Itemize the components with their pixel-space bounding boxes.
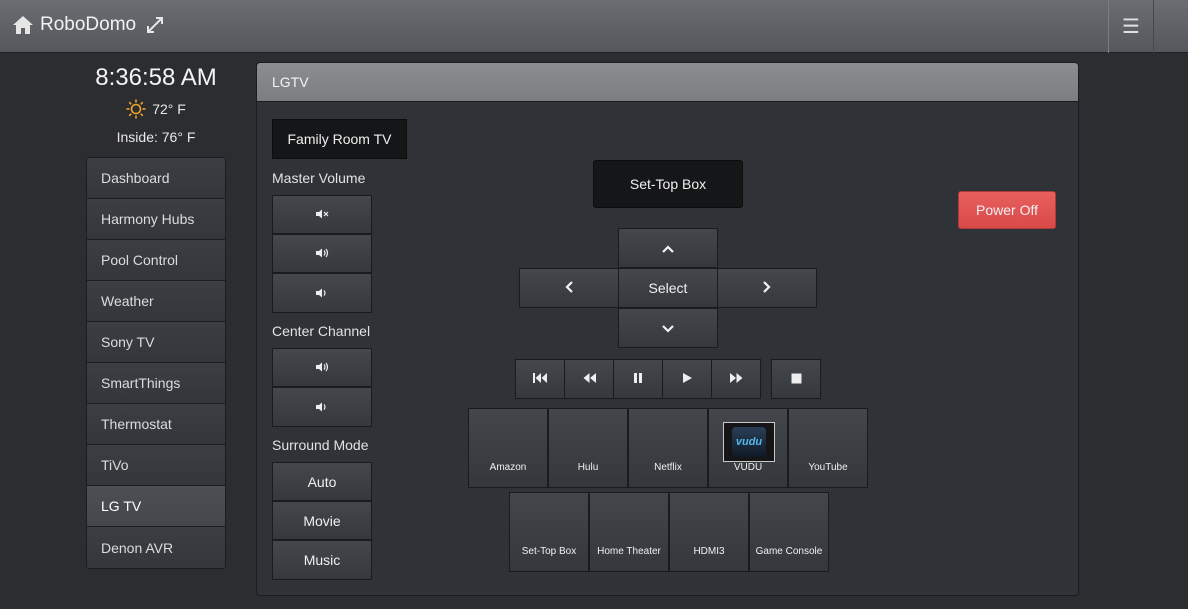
volume-up-icon: [315, 246, 329, 261]
panel-title: LGTV: [257, 63, 1078, 102]
volume-mute-icon: [315, 207, 329, 222]
chevron-right-icon: [763, 280, 771, 296]
hamburger-menu-icon: ☰: [1122, 16, 1140, 38]
sidebar-item-smartthings[interactable]: SmartThings: [87, 363, 225, 404]
app-label: YouTube: [808, 462, 848, 473]
down-button[interactable]: [618, 308, 718, 348]
surround-mode-label: Surround Mode: [272, 437, 369, 453]
expand-icon[interactable]: [146, 16, 164, 34]
sidebar-nav: Dashboard Harmony Hubs Pool Control Weat…: [86, 157, 226, 569]
input-hdmi3-tile[interactable]: HDMI3: [669, 492, 749, 572]
chevron-up-icon: [662, 241, 674, 256]
sidebar-item-pool-control[interactable]: Pool Control: [87, 240, 225, 281]
pause-button[interactable]: [613, 359, 663, 399]
master-volume-up-button[interactable]: [272, 234, 372, 273]
app-hulu-tile[interactable]: Hulu: [548, 408, 628, 488]
center-volume-up-button[interactable]: [272, 348, 372, 387]
rewind-button[interactable]: [564, 359, 614, 399]
outside-weather: 72° F: [86, 99, 226, 119]
center-volume-down-button[interactable]: [272, 387, 372, 427]
master-volume-label: Master Volume: [272, 170, 366, 186]
vudu-logo-icon: vudu: [723, 422, 775, 462]
chevron-down-icon: [662, 321, 674, 336]
app-label: Amazon: [489, 462, 527, 473]
skip-back-button[interactable]: [515, 359, 565, 399]
surround-music-button[interactable]: Music: [272, 540, 372, 580]
chevron-left-icon: [565, 280, 573, 296]
volume-down-icon: [315, 400, 329, 415]
pause-icon: [633, 372, 643, 387]
up-button[interactable]: [618, 228, 718, 268]
input-home-theater-tile[interactable]: Home Theater: [589, 492, 669, 572]
stop-button[interactable]: [771, 359, 821, 399]
sidebar-item-sony-tv[interactable]: Sony TV: [87, 322, 225, 363]
brand[interactable]: RoboDomo: [12, 14, 164, 36]
fast-forward-icon: [729, 372, 744, 387]
stop-icon: [791, 372, 802, 387]
sidebar-item-dashboard[interactable]: Dashboard: [87, 158, 225, 199]
input-label: HDMI3: [693, 546, 725, 557]
app-amazon-tile[interactable]: Amazon: [468, 408, 548, 488]
mute-button[interactable]: [272, 195, 372, 234]
sidebar-item-harmony-hubs[interactable]: Harmony Hubs: [87, 199, 225, 240]
app-vudu-tile[interactable]: vudu VUDU: [708, 408, 788, 488]
play-icon: [682, 372, 693, 387]
master-volume-down-button[interactable]: [272, 273, 372, 313]
input-label: Game Console: [755, 546, 823, 557]
volume-up-icon: [315, 360, 329, 375]
inside-temperature: Inside: 76° F: [116, 129, 196, 145]
clock: 8:36:58 AM: [95, 64, 217, 91]
device-button[interactable]: Family Room TV: [272, 119, 407, 159]
hamburger-menu-button[interactable]: ☰: [1108, 0, 1154, 53]
input-label: Set-Top Box: [521, 546, 577, 557]
input-label: Home Theater: [597, 546, 661, 557]
app-youtube-tile[interactable]: YouTube: [788, 408, 868, 488]
left-button[interactable]: [519, 268, 619, 308]
home-icon: [12, 15, 34, 35]
fast-forward-button[interactable]: [711, 359, 761, 399]
app-netflix-tile[interactable]: Netflix: [628, 408, 708, 488]
rewind-icon: [582, 372, 597, 387]
app-title: RoboDomo: [40, 14, 137, 35]
input-game-console-tile[interactable]: Game Console: [749, 492, 829, 572]
sidebar-item-tivo[interactable]: TiVo: [87, 445, 225, 486]
input-set-top-box-tile[interactable]: Set-Top Box: [509, 492, 589, 572]
top-navbar: RoboDomo ☰: [0, 0, 1188, 53]
sun-icon: [126, 99, 146, 119]
sidebar-item-denon-avr[interactable]: Denon AVR: [87, 527, 225, 568]
sidebar-item-weather[interactable]: Weather: [87, 281, 225, 322]
volume-down-icon: [315, 286, 329, 301]
play-button[interactable]: [662, 359, 712, 399]
input-set-top-box-button[interactable]: Set-Top Box: [593, 160, 743, 208]
center-channel-label: Center Channel: [272, 323, 371, 339]
right-button[interactable]: [717, 268, 817, 308]
app-label: VUDU: [733, 462, 763, 473]
select-button[interactable]: Select: [618, 268, 718, 308]
outside-temperature: 72° F: [152, 101, 186, 117]
surround-auto-button[interactable]: Auto: [272, 462, 372, 501]
sidebar-item-lg-tv[interactable]: LG TV: [87, 486, 225, 527]
surround-movie-button[interactable]: Movie: [272, 501, 372, 540]
power-off-button[interactable]: Power Off: [958, 191, 1056, 229]
skip-back-icon: [532, 372, 548, 387]
app-label: Hulu: [577, 462, 599, 473]
sidebar-item-thermostat[interactable]: Thermostat: [87, 404, 225, 445]
app-label: Netflix: [654, 462, 682, 473]
